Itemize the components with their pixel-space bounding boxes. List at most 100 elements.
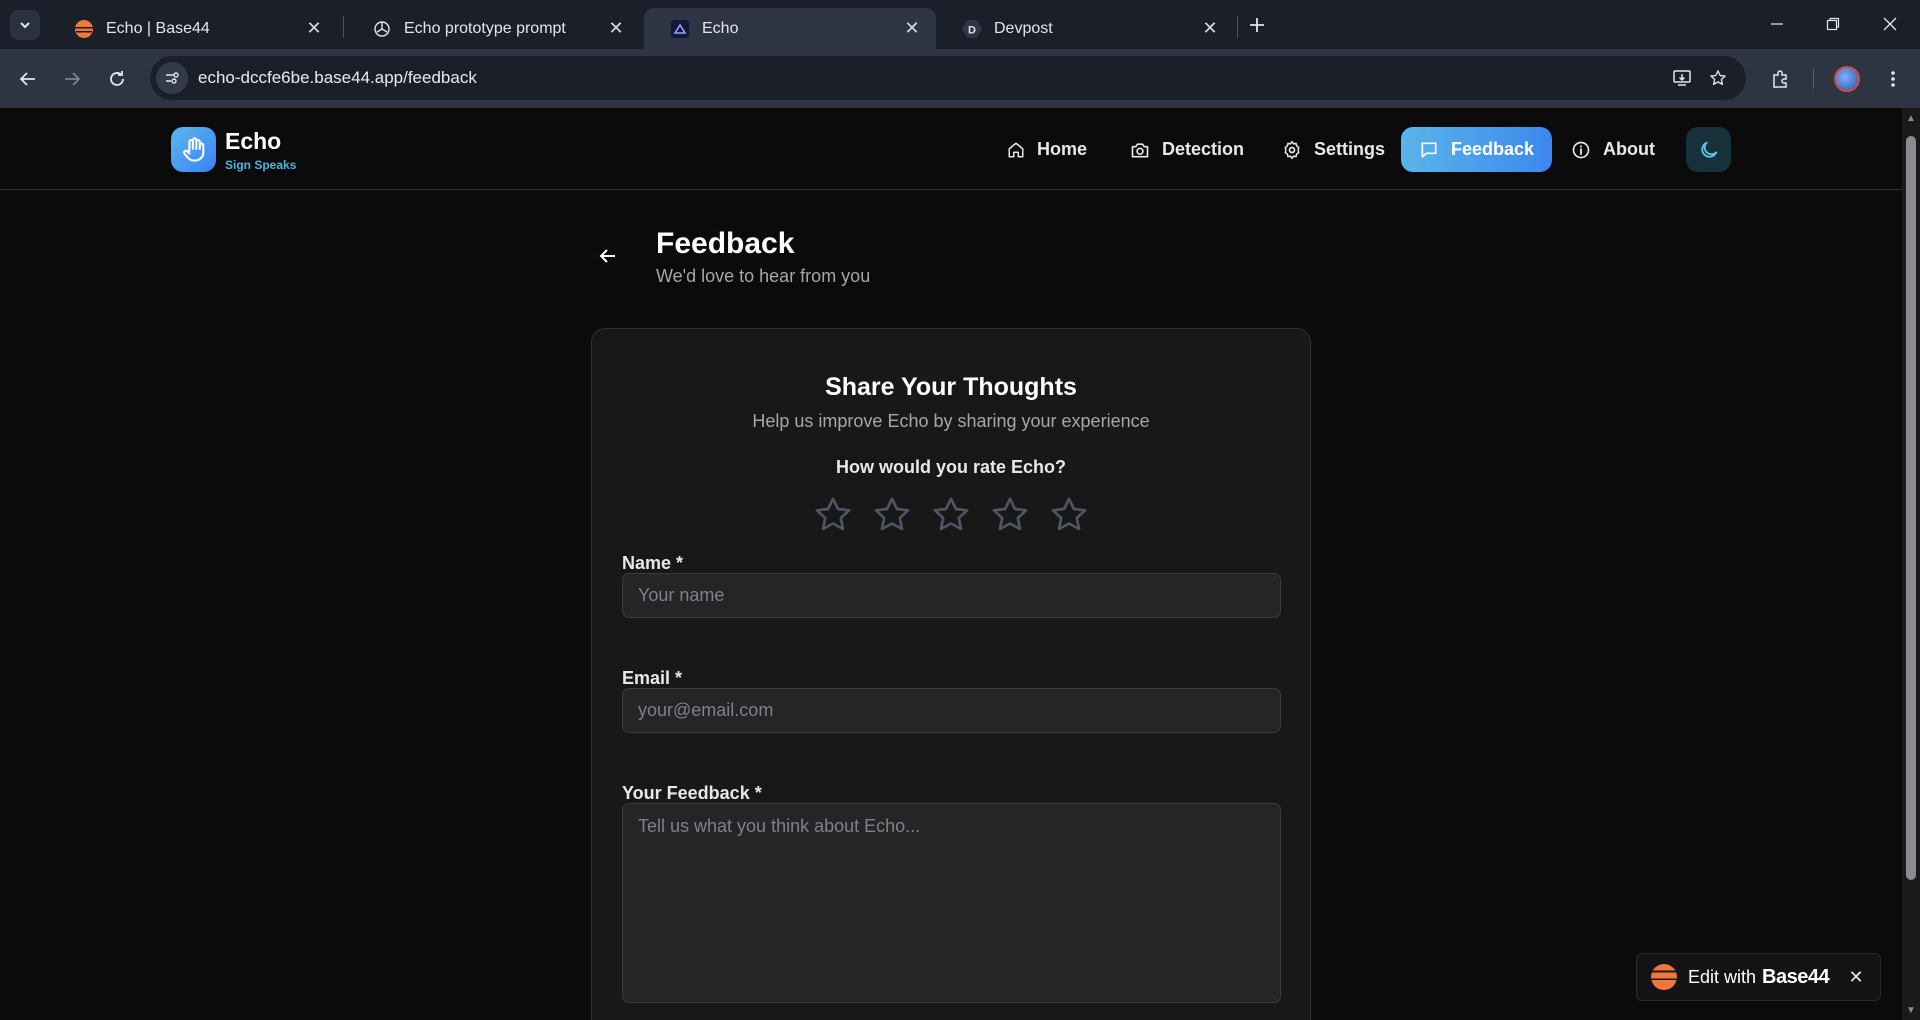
nav-item-label: Home [1037,139,1088,159]
page-viewport: Echo Sign Speaks Home Detection Settings… [0,108,1902,1020]
gear-icon [1284,140,1300,159]
profile-button[interactable] [1830,62,1864,96]
new-tab-button[interactable] [1244,12,1270,38]
chevron-down-icon [20,22,30,29]
edit-with-base44-badge[interactable]: Edit with Base44 ✕ [1636,953,1881,1001]
arrow-left-icon [599,249,615,263]
nav-item-label: Feedback [1451,139,1535,159]
site-info-icon[interactable] [156,62,188,94]
back-button[interactable] [11,62,45,96]
tab-echo[interactable]: Echo ✕ [644,8,936,49]
nav-item-home[interactable]: Home [989,127,1105,172]
url-text: echo-dccfe6be.base44.app/feedback [198,68,477,87]
page-scrollbar[interactable]: ▲ ▼ [1902,108,1920,1020]
theme-toggle-button[interactable] [1686,127,1731,172]
badge-brand: Base44 [1762,965,1830,988]
card-subtitle: Help us improve Echo by sharing your exp… [752,411,1150,431]
bookmark-star-icon[interactable] [1702,62,1734,94]
scroll-up-icon[interactable]: ▲ [1905,114,1917,124]
name-label: Name * [622,553,684,573]
tab-title: Echo | Base44 [106,19,210,37]
nav-item-about[interactable]: About [1553,127,1673,172]
more-vert-icon [1891,71,1895,87]
star-4-icon[interactable] [988,493,1032,537]
tab-separator [343,16,344,38]
star-rating [811,493,1091,537]
tab-separator [1237,16,1238,38]
page-title: Feedback [656,227,795,260]
camera-icon [1131,142,1149,157]
tab-echo-prototype-prompt[interactable]: Echo prototype prompt ✕ [346,8,640,49]
nav-item-feedback[interactable]: Feedback [1401,127,1553,172]
tab-title: Echo [702,19,739,37]
browser-toolbar: echo-dccfe6be.base44.app/feedback [0,49,1920,108]
star-2-icon[interactable] [870,493,914,537]
close-icon[interactable]: ✕ [304,18,324,39]
nav-item-settings[interactable]: Settings [1264,127,1403,172]
email-label: Email * [622,668,683,688]
tab-title: Devpost [994,19,1053,37]
star-5-icon[interactable] [1047,493,1091,537]
email-field[interactable] [622,688,1281,733]
card-title: Share Your Thoughts [825,373,1077,401]
minimize-button[interactable] [1754,8,1800,40]
scroll-thumb[interactable] [1906,136,1916,880]
tab-title: Echo prototype prompt [404,19,566,37]
nav-item-detection[interactable]: Detection [1112,127,1262,172]
base44-logo-icon [1651,964,1677,990]
close-icon[interactable]: ✕ [902,18,922,39]
page-subtitle: We'd love to hear from you [656,266,871,286]
close-icon[interactable]: ✕ [1200,18,1220,39]
restore-button[interactable] [1810,8,1856,40]
tab-echo-base44[interactable]: Echo | Base44 ✕ [48,8,338,49]
hand-icon[interactable] [171,127,216,172]
home-icon [1008,142,1024,157]
rating-label: How would you rate Echo? [835,457,1066,477]
nav-item-label: Detection [1162,139,1245,159]
close-window-button[interactable] [1867,8,1913,40]
star-3-icon[interactable] [929,493,973,537]
name-field[interactable] [622,573,1281,618]
svg-text:D: D [968,24,976,36]
back-arrow-button[interactable] [598,244,618,268]
address-bar[interactable]: echo-dccfe6be.base44.app/feedback [150,56,1746,100]
moon-icon [1700,141,1717,158]
devpost-favicon-icon: D [962,19,982,39]
menu-button[interactable] [1876,62,1910,96]
star-1-icon[interactable] [811,493,855,537]
scroll-down-icon[interactable]: ▼ [1905,1006,1917,1016]
restore-icon [1826,17,1840,31]
brand-tagline: Sign Speaks [225,158,297,172]
message-icon [1421,142,1437,157]
close-icon [1883,17,1897,31]
arrow-left-icon [19,72,35,86]
forward-button[interactable] [55,62,89,96]
feedback-textarea[interactable] [622,803,1281,1003]
arrow-right-icon [65,72,81,86]
nav-item-label: About [1603,139,1655,159]
info-icon [1572,141,1590,158]
base44-favicon-icon [74,19,94,39]
echo-favicon-icon [670,19,690,39]
close-icon[interactable]: ✕ [1846,967,1866,987]
avatar [1834,66,1860,92]
reload-icon [110,71,124,86]
feedback-card: Share Your Thoughts Help us improve Echo… [591,328,1311,1020]
nav-item-label: Settings [1314,139,1386,159]
tab-search-button[interactable] [10,10,40,40]
app-header: Echo Sign Speaks Home Detection Settings… [0,108,1902,190]
tab-devpost[interactable]: D Devpost ✕ [936,8,1234,49]
plus-icon [1250,18,1264,32]
browser-tabstrip: Echo | Base44 ✕ Echo prototype prompt ✕ … [0,0,1920,49]
brand-name[interactable]: Echo [225,128,281,155]
install-app-icon[interactable] [1666,62,1698,94]
reload-button[interactable] [100,62,134,96]
extensions-button[interactable] [1764,62,1798,96]
close-icon[interactable]: ✕ [606,18,626,39]
toolbar-divider [1813,69,1814,89]
openai-favicon-icon [372,19,392,39]
puzzle-icon [1773,70,1787,88]
feedback-label: Your Feedback * [622,783,762,803]
badge-text: Edit with [1688,966,1757,987]
minimize-icon [1771,23,1783,25]
